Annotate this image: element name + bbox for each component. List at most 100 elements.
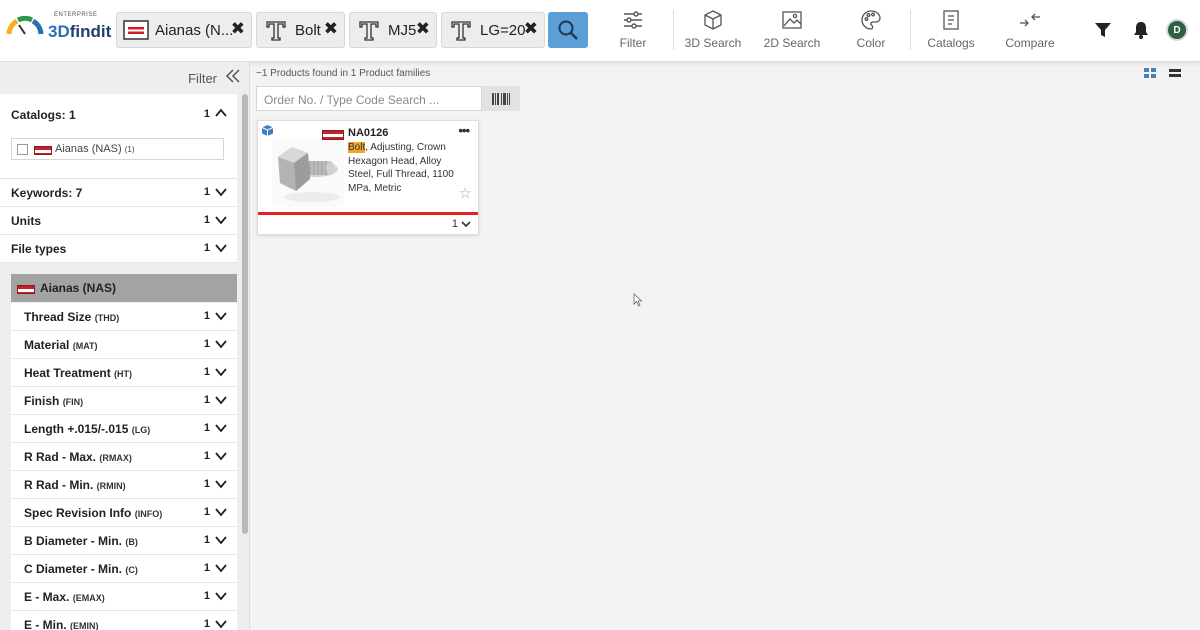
chip-close-icon[interactable]: ✖: [324, 19, 338, 39]
attribute-name: Length +.015/-.015: [24, 422, 129, 436]
catalog-book-icon: [924, 8, 978, 32]
search-icon: [558, 20, 578, 40]
nas-brand-icon: [34, 144, 52, 158]
attribute-row[interactable]: Thread Size (THD) 1: [11, 303, 237, 331]
attribute-code: (MAT): [72, 341, 98, 351]
chevron-down-icon[interactable]: [461, 220, 471, 228]
keywords-section[interactable]: Keywords: 7 1: [0, 179, 237, 207]
chevron-down-icon[interactable]: [215, 364, 227, 378]
attribute-name: Finish: [24, 394, 60, 408]
search-chip-mj5[interactable]: MJ5 ✖: [349, 12, 437, 48]
attribute-row[interactable]: Heat Treatment (HT) 1: [11, 359, 237, 387]
chevron-down-icon[interactable]: [215, 308, 227, 322]
search-chip-catalog[interactable]: Aianas (N... ✖: [116, 12, 252, 48]
tool-label: Filter: [619, 36, 647, 50]
chevron-down-icon[interactable]: [215, 532, 227, 546]
search-chip-bolt[interactable]: Bolt ✖: [256, 12, 345, 48]
section-count: 1: [203, 108, 210, 120]
attribute-row[interactable]: B Diameter - Min. (B) 1: [11, 527, 237, 555]
favorite-star-icon[interactable]: ☆: [459, 184, 472, 202]
attribute-row[interactable]: E - Min. (EMIN) 1: [11, 611, 237, 630]
more-options-icon[interactable]: •••: [458, 123, 470, 138]
funnel-filter-icon[interactable]: [1091, 18, 1115, 42]
attribute-name: Heat Treatment: [24, 366, 111, 380]
chip-close-icon[interactable]: ✖: [416, 19, 430, 39]
list-view-icon[interactable]: [1169, 68, 1181, 78]
catalogs-button[interactable]: Catalogs: [924, 8, 978, 54]
color-button[interactable]: Color: [848, 8, 894, 54]
attribute-row[interactable]: E - Max. (EMAX) 1: [11, 583, 237, 611]
compare-icon: [1000, 8, 1060, 32]
file-types-section[interactable]: File types 1: [0, 235, 237, 263]
search-chip-length[interactable]: LG=20 ✖: [441, 12, 545, 48]
attribute-name: E - Max.: [24, 590, 70, 604]
chip-close-icon[interactable]: ✖: [524, 19, 538, 39]
chevron-down-icon[interactable]: [215, 392, 227, 406]
sidebar-scrollbar[interactable]: [242, 94, 248, 534]
filter-tool-button[interactable]: Filter: [606, 8, 660, 54]
search-button[interactable]: [548, 12, 588, 48]
grid-view-icon[interactable]: [1144, 68, 1156, 78]
top-bar: ENTERPRISE 3Dfindit Aianas (N... ✖ Bolt …: [0, 0, 1200, 62]
3d-search-button[interactable]: 3D Search: [682, 8, 744, 54]
attribute-label: B Diameter - Min. (B): [24, 534, 138, 548]
bell-icon[interactable]: [1129, 18, 1153, 42]
chevron-down-icon[interactable]: [215, 336, 227, 350]
attribute-count: 1: [203, 450, 210, 462]
chevron-down-icon[interactable]: [215, 588, 227, 602]
catalog-option-name: Aianas (NAS): [55, 143, 122, 155]
sliders-icon: [606, 8, 660, 32]
attribute-label: R Rad - Min. (RMIN): [24, 478, 126, 492]
collapse-sidebar-icon[interactable]: [225, 68, 241, 89]
attribute-name: E - Min.: [24, 618, 67, 630]
catalogs-header[interactable]: Catalogs: 1 1: [0, 94, 237, 122]
attribute-code: (EMAX): [72, 593, 105, 603]
2d-search-button[interactable]: 2D Search: [760, 8, 824, 54]
attribute-count: 1: [203, 562, 210, 574]
attribute-count: 1: [203, 366, 210, 378]
attribute-row[interactable]: R Rad - Min. (RMIN) 1: [11, 471, 237, 499]
card-accent-bar: [258, 212, 478, 215]
attribute-count: 1: [203, 310, 210, 322]
chip-close-icon[interactable]: ✖: [231, 19, 245, 39]
chevron-down-icon[interactable]: [215, 420, 227, 434]
catalog-checkbox[interactable]: [17, 144, 28, 155]
logo-text-findit: findit: [69, 22, 112, 41]
attribute-count: 1: [203, 534, 210, 546]
units-section[interactable]: Units 1: [0, 207, 237, 235]
attribute-row[interactable]: Spec Revision Info (INFO) 1: [11, 499, 237, 527]
section-count: 1: [203, 186, 210, 198]
chevron-down-icon[interactable]: [215, 448, 227, 462]
chevron-down-icon[interactable]: [215, 212, 227, 226]
chevron-down-icon[interactable]: [215, 560, 227, 574]
chevron-down-icon[interactable]: [215, 504, 227, 518]
text-icon: [356, 17, 382, 43]
chevron-down-icon[interactable]: [215, 476, 227, 490]
attribute-row[interactable]: Length +.015/-.015 (LG) 1: [11, 415, 237, 443]
manufacturer-header[interactable]: Aianas (NAS): [11, 274, 237, 302]
attribute-label: Length +.015/-.015 (LG): [24, 422, 150, 436]
attribute-row[interactable]: C Diameter - Min. (C) 1: [11, 555, 237, 583]
attribute-name: B Diameter - Min.: [24, 534, 123, 548]
order-number-search-input[interactable]: Order No. / Type Code Search ...: [256, 86, 482, 111]
compare-button[interactable]: Compare: [1000, 8, 1060, 54]
attribute-row[interactable]: R Rad - Max. (RMAX) 1: [11, 443, 237, 471]
chevron-up-icon[interactable]: [215, 106, 227, 120]
search-highlight: Bolt: [348, 142, 366, 153]
avatar[interactable]: D: [1166, 19, 1188, 41]
attribute-code: (FIN): [62, 397, 84, 407]
product-card[interactable]: NA0126 Bolt, Adjusting, Crown Hexagon He…: [257, 120, 479, 235]
chevron-down-icon[interactable]: [215, 240, 227, 254]
attribute-name: Thread Size: [24, 310, 92, 324]
attribute-row[interactable]: Material (MAT) 1: [11, 331, 237, 359]
nas-brand-icon: [17, 283, 35, 297]
tool-label: Color: [856, 36, 886, 50]
logo[interactable]: ENTERPRISE 3Dfindit: [6, 10, 112, 46]
catalog-option-aianas[interactable]: Aianas (NAS) (1): [11, 138, 224, 160]
chevron-down-icon[interactable]: [215, 616, 227, 630]
order-search-placeholder: Order No. / Type Code Search ...: [264, 93, 440, 107]
chevron-down-icon[interactable]: [215, 184, 227, 198]
attribute-row[interactable]: Finish (FIN) 1: [11, 387, 237, 415]
attribute-code: (LG): [131, 425, 151, 435]
barcode-scan-button[interactable]: [482, 86, 520, 111]
